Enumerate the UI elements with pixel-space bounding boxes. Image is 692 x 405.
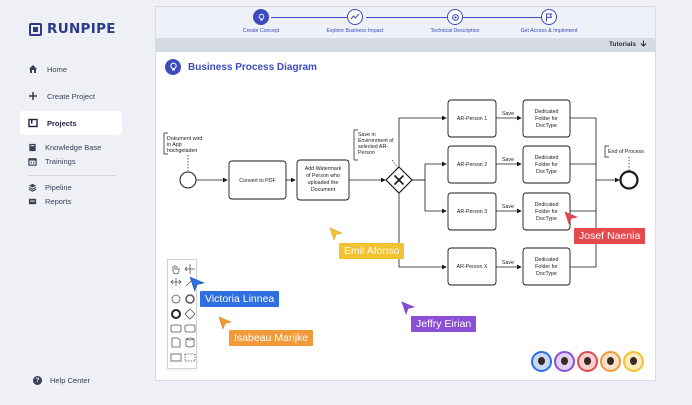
save-flow-label: Save (502, 260, 514, 266)
subprocess-tool-icon[interactable] (184, 324, 196, 333)
bpmn-diagram-canvas[interactable]: Dokument wird in App hochgeladen Convert… (0, 0, 692, 405)
folder-label-2: Folder for (535, 209, 558, 215)
avatar[interactable] (554, 351, 575, 372)
collaborator-avatars (531, 351, 644, 372)
folder-label-1: Dedicated (535, 202, 559, 208)
start-event-tool-icon[interactable] (171, 294, 181, 304)
task-convert-label: Convert to PDF (239, 178, 276, 184)
annotation-link (391, 159, 399, 169)
task-watermark-label-2: of Person who (306, 173, 340, 179)
annotation-end: End of Process (608, 149, 644, 155)
gateway-tool-icon[interactable] (184, 308, 196, 320)
folder-label-2: Folder for (535, 264, 558, 270)
avatar[interactable] (531, 351, 552, 372)
space-tool-icon[interactable] (170, 278, 182, 286)
sequence-flow (570, 117, 597, 180)
avatar[interactable] (577, 351, 598, 372)
task-ar-person-2-label: AR-Person 2 (457, 162, 487, 168)
lasso-tool-icon[interactable] (184, 264, 195, 274)
cursor-icon (401, 301, 415, 315)
avatar[interactable] (600, 351, 621, 372)
intermediate-event-tool-icon[interactable] (185, 294, 195, 304)
collaborator-label: Josef Naenia (574, 228, 646, 244)
pool-tool-icon[interactable] (170, 353, 182, 362)
cursor-icon (564, 211, 578, 225)
end-event-tool-icon[interactable] (171, 309, 181, 319)
sequence-flow (570, 180, 597, 212)
sequence-flow (398, 193, 447, 270)
task-watermark-label-4: Document (311, 187, 336, 193)
start-event[interactable] (179, 171, 197, 189)
task-watermark-label-1: Add Watermark (305, 166, 342, 172)
folder-label-3: DocType (536, 123, 557, 129)
sequence-flow (412, 161, 447, 181)
folder-label-1: Dedicated (535, 109, 559, 115)
sequence-flow (398, 115, 447, 167)
group-tool-icon[interactable] (184, 353, 196, 362)
task-ar-person-x-label: AR-Person X (457, 264, 488, 270)
annotation-save-4: Person (358, 150, 375, 156)
folder-label-3: DocType (536, 216, 557, 222)
cursor-icon (329, 227, 343, 241)
save-flow-label: Save (502, 157, 514, 163)
folder-label-2: Folder for (535, 116, 558, 122)
collaborator-label: Victoria Linnea (200, 291, 280, 307)
folder-label-2: Folder for (535, 162, 558, 168)
task-tool-icon[interactable] (170, 324, 182, 333)
sequence-flow (412, 179, 447, 214)
avatar[interactable] (623, 351, 644, 372)
task-watermark-label-3: uploaded the (308, 180, 339, 186)
end-event[interactable] (619, 170, 639, 190)
data-store-tool-icon[interactable] (185, 337, 195, 348)
task-ar-person-3-label: AR-Person 3 (457, 209, 487, 215)
cursor-icon (189, 276, 205, 292)
collaborator-label: Jeffry Eirian (411, 316, 477, 332)
annotation-start-3: hochgeladen (167, 148, 197, 154)
folder-label-3: DocType (536, 169, 557, 175)
cursor-icon (218, 316, 232, 330)
data-object-tool-icon[interactable] (171, 337, 181, 348)
folder-label-1: Dedicated (535, 257, 559, 263)
save-flow-label: Save (502, 111, 514, 117)
task-ar-person-1-label: AR-Person 1 (457, 116, 487, 122)
folder-label-1: Dedicated (535, 155, 559, 161)
hand-tool-icon[interactable] (172, 265, 180, 275)
folder-label-3: DocType (536, 271, 557, 277)
collaborator-label: Isabeau Marijke (229, 330, 314, 346)
collaborator-label: Emil Afonso (339, 243, 405, 259)
save-flow-label: Save (502, 204, 514, 210)
